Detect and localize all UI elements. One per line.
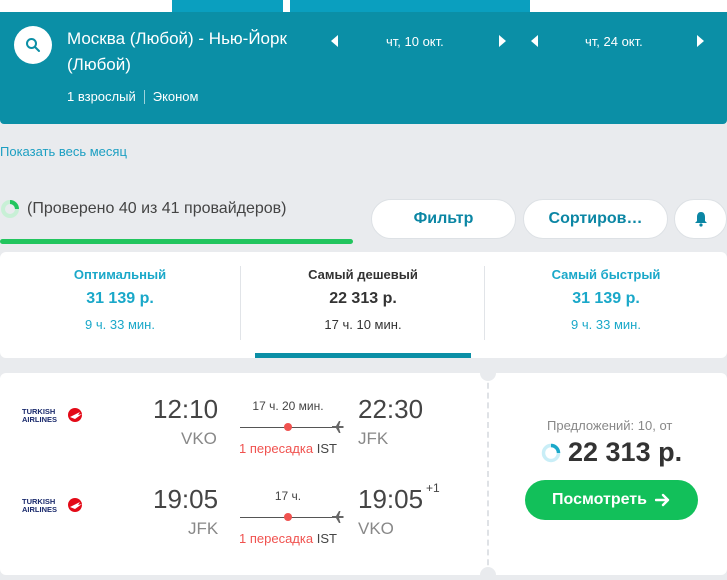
- date-out-prev-button[interactable]: [326, 32, 344, 50]
- price-alert-button[interactable]: [674, 199, 727, 239]
- plane-icon: [332, 421, 344, 433]
- sort-button[interactable]: Сортиров…: [523, 199, 668, 239]
- transfer-dot: [284, 423, 292, 431]
- departure-airport: VKO: [181, 429, 217, 448]
- tab-duration: 9 ч. 33 мин.: [571, 317, 641, 332]
- departure-time: 19:05: [153, 484, 219, 514]
- date-back-prev-button[interactable]: [526, 32, 544, 50]
- tab-price: 22 313 р.: [329, 290, 397, 307]
- ticket-card[interactable]: TURKISH AIRLINES 12:10 VKO 17 ч. 20 мин.…: [0, 373, 727, 575]
- card-notch: [480, 373, 496, 381]
- airline-logo-text: AIRLINES: [22, 415, 57, 424]
- progress-status: (Проверено 40 из 41 провайдеров): [27, 200, 287, 217]
- transfer-info: 1 пересадка IST: [239, 441, 337, 456]
- chevron-right-icon: [499, 35, 506, 47]
- tab-price: 31 139 р.: [86, 290, 154, 307]
- plane-icon: [332, 511, 344, 523]
- view-offer-button[interactable]: Посмотреть: [525, 480, 698, 520]
- top-tab-segment: [290, 0, 530, 12]
- tab-cheapest[interactable]: Самый дешевый 22 313 р. 17 ч. 10 мин.: [243, 252, 483, 358]
- arrival-time: 22:30: [358, 394, 424, 424]
- divider: [240, 266, 241, 340]
- airline-logo: TURKISH AIRLINES: [22, 497, 82, 514]
- passenger-count: 1 взрослый: [67, 89, 136, 104]
- date-back-next-button[interactable]: [692, 32, 710, 50]
- transfer-count: 1 пересадка: [239, 531, 314, 546]
- tab-title: Оптимальный: [73, 267, 167, 282]
- top-tab-segment: [172, 0, 283, 12]
- flight-duration: 17 ч.: [274, 489, 302, 503]
- ticket-price: 22 313 р.: [540, 437, 682, 468]
- spinner-icon: [1, 200, 19, 218]
- transfer-airport: IST: [316, 441, 337, 456]
- date-out-next-button[interactable]: [494, 32, 512, 50]
- transfer-dot: [284, 513, 292, 521]
- show-month-link[interactable]: Показать весь месяц: [0, 144, 127, 159]
- divider: [143, 89, 145, 104]
- tab-price: 31 139 р.: [572, 290, 640, 307]
- tab-fastest[interactable]: Самый быстрый 31 139 р. 9 ч. 33 мин.: [486, 252, 726, 358]
- active-tab-indicator: [255, 353, 471, 358]
- search-icon: [26, 38, 40, 52]
- transfer-count: 1 пересадка: [239, 441, 314, 456]
- transfer-info: 1 пересадка IST: [239, 531, 337, 546]
- passenger-info[interactable]: 1 взрослый Эконом: [67, 89, 198, 104]
- cabin-class: Эконом: [152, 89, 199, 104]
- chevron-right-icon: [697, 35, 704, 47]
- filter-button[interactable]: Фильтр: [371, 199, 516, 239]
- chevron-left-icon: [531, 35, 538, 47]
- transfer-airport: IST: [316, 531, 337, 546]
- arrival-airport: JFK: [358, 429, 389, 448]
- progress-bar: [0, 239, 353, 244]
- divider: [487, 373, 489, 575]
- search-button[interactable]: [14, 26, 52, 64]
- departure-time: 12:10: [153, 394, 219, 424]
- date-back[interactable]: чт, 24 окт.: [585, 30, 643, 52]
- bell-icon: [694, 212, 707, 227]
- search-header: Москва (Любой) - Нью-Йорк (Любой) 1 взро…: [0, 12, 727, 124]
- tab-duration: 9 ч. 33 мин.: [85, 317, 155, 332]
- flight-duration: 17 ч. 20 мин.: [252, 399, 324, 413]
- arrival-airport: VKO: [358, 519, 394, 538]
- tab-duration: 17 ч. 10 мин.: [324, 317, 402, 332]
- tab-title: Самый дешевый: [308, 267, 418, 282]
- top-tab-strip: [0, 0, 727, 12]
- airline-logo: TURKISH AIRLINES: [22, 407, 82, 424]
- day-offset-badge: +1: [426, 481, 440, 495]
- arrival-time: 19:05: [358, 484, 424, 514]
- tab-optimal[interactable]: Оптимальный 31 139 р. 9 ч. 33 мин.: [0, 252, 240, 358]
- divider: [484, 266, 485, 340]
- offers-count: Предложений: 10, от: [547, 418, 673, 433]
- date-out[interactable]: чт, 10 окт.: [386, 30, 444, 52]
- route-title[interactable]: Москва (Любой) - Нью-Йорк (Любой): [67, 26, 317, 78]
- spinner-icon: [541, 443, 561, 462]
- card-notch: [480, 567, 496, 575]
- departure-airport: JFK: [188, 519, 219, 538]
- chevron-left-icon: [331, 35, 338, 47]
- filter-button-label: Фильтр: [413, 210, 474, 227]
- view-offer-label: Посмотреть: [552, 491, 647, 508]
- sort-button-label: Сортиров…: [548, 210, 643, 227]
- ticket-price-value: 22 313 р.: [568, 437, 683, 467]
- tab-title: Самый быстрый: [551, 267, 661, 282]
- arrow-right-icon: [654, 493, 670, 507]
- airline-logo-text: AIRLINES: [22, 505, 57, 514]
- sort-tabs: Оптимальный 31 139 р. 9 ч. 33 мин. Самый…: [0, 252, 727, 358]
